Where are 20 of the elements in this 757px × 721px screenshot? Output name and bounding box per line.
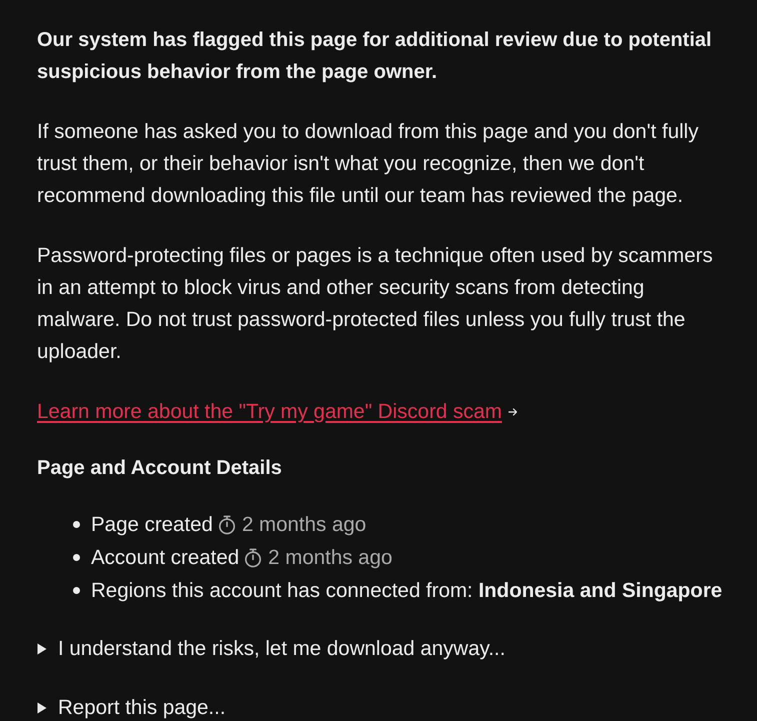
detail-label: Account created <box>91 545 240 571</box>
bullet-icon <box>73 521 80 528</box>
details-heading: Page and Account Details <box>37 456 282 481</box>
detail-time: 2 months ago <box>268 545 392 571</box>
arrow-right-icon <box>508 407 518 417</box>
detail-label: Page created <box>91 512 213 538</box>
disclosure-toggle[interactable]: Report this page... <box>37 696 226 720</box>
stopwatch-icon <box>244 548 262 568</box>
disclosure-triangle-icon <box>37 643 47 655</box>
stopwatch-icon <box>218 514 236 534</box>
disclosure-toggle[interactable]: I understand the risks, let me download anyway... <box>37 637 506 661</box>
notice-paragraph: If someone has asked you to download from this page and you don't fully trust them, or their behavior isn't what you recognize, then we don't recommend downloading this file until our team has reviewed the page. <box>37 119 700 209</box>
notice-paragraph: Password-protecting files or pages is a technique often used by scammers in an attempt to block virus and other security scans from detecting malware. Do not trust password-protected files unless you fully trust the uploader. <box>37 243 714 365</box>
detail-text: Regions this account has connected from: Indonesia and Singapore <box>91 578 722 604</box>
disclosure-triangle-icon <box>37 702 47 714</box>
bullet-icon <box>73 554 80 561</box>
bullet-icon <box>73 587 80 594</box>
scam-info-link[interactable]: Learn more about the "Try my game" Discord scam <box>37 396 502 428</box>
detail-time: 2 months ago <box>242 512 366 538</box>
notice-paragraph: Our system has flagged this page for additional review due to potential suspicious behavior from the page owner. <box>37 28 713 85</box>
